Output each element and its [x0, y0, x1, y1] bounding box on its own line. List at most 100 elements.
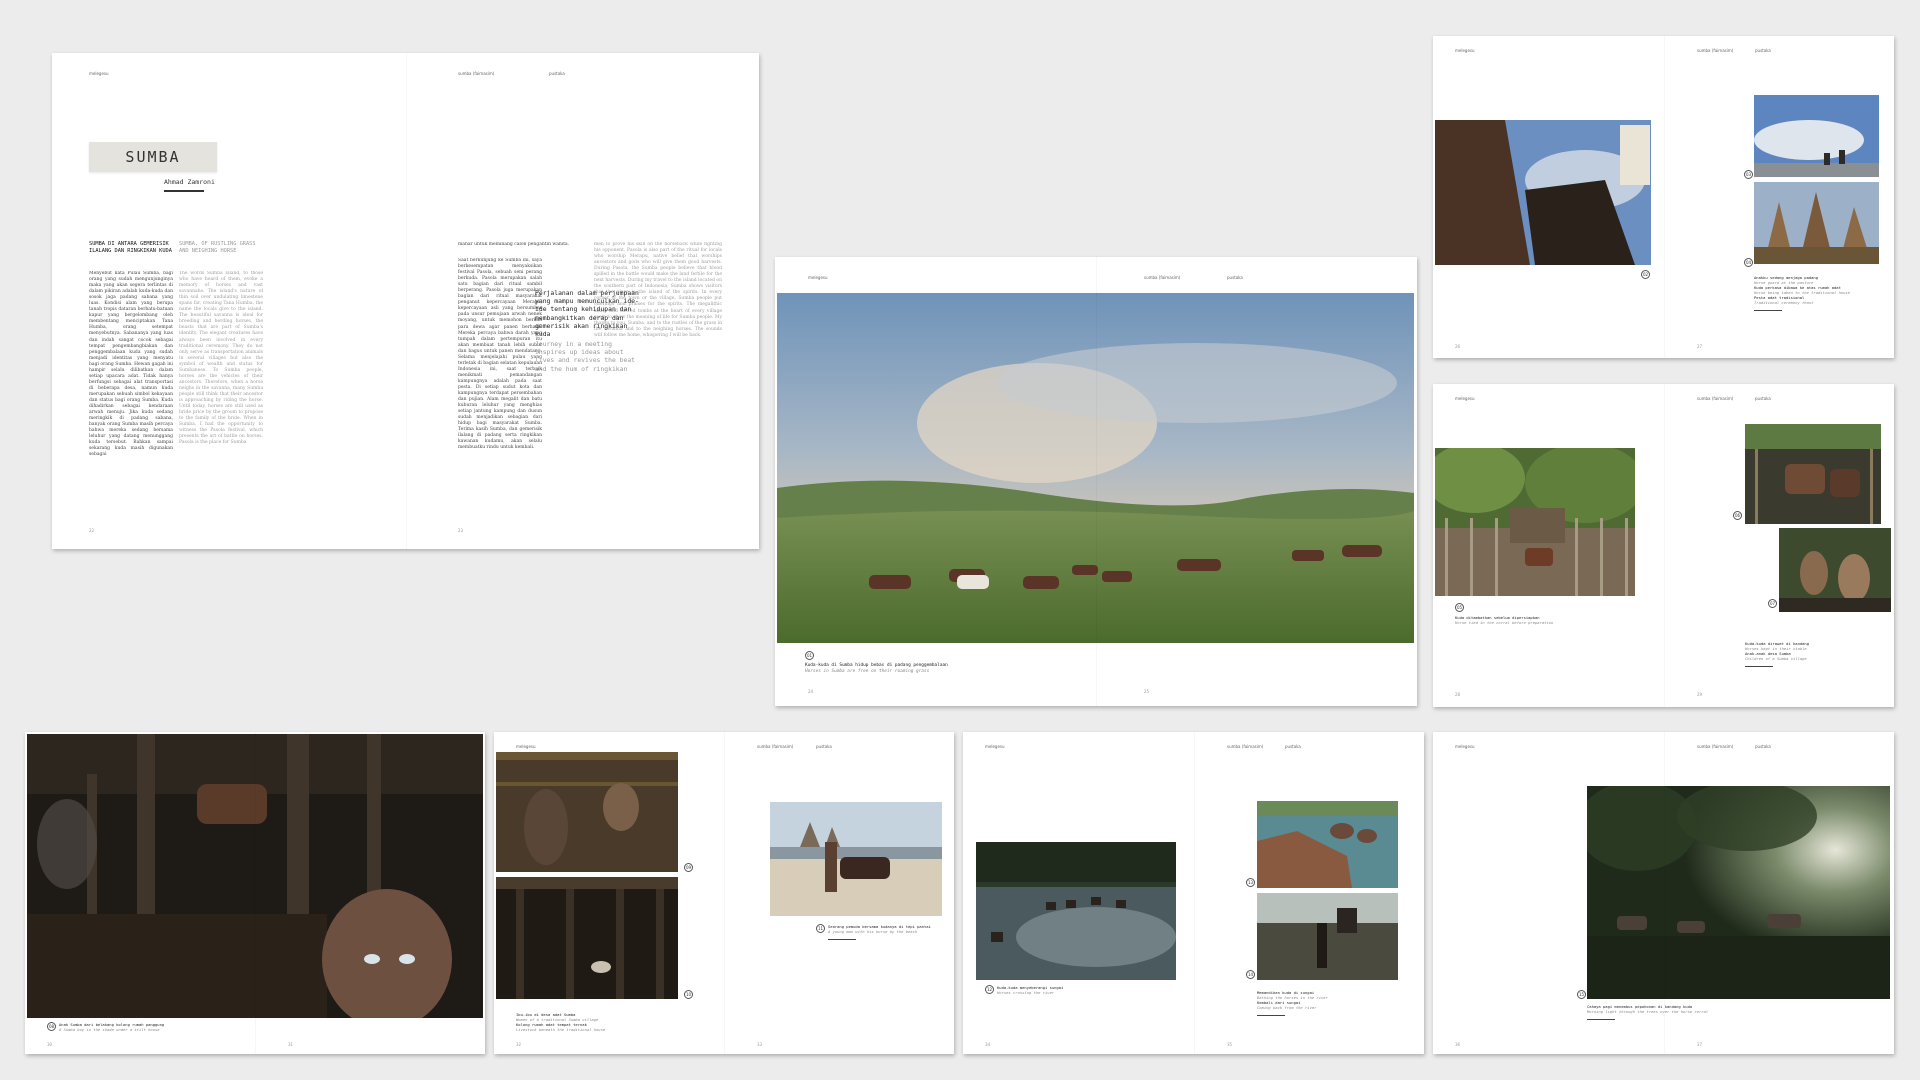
caption-corral-left: Kuda ditambatkan sebelum dipersiapkan Ho… [1455, 615, 1585, 625]
caption-stable: Anak Sumba dari belakang kolong rumah pa… [59, 1022, 259, 1032]
running-header-mid: sumba (faimasim) [1697, 48, 1734, 53]
running-header-mid: sumba (faimasim) [757, 744, 794, 749]
caption-river-left: Kuda-kuda menyeberangi sungai Horses cro… [997, 985, 1147, 995]
caption-1-en: Horses crossing the river [997, 990, 1055, 995]
spread-riders[interactable]: melegesu sumba (faimasim) pustaka 02 03 … [1433, 36, 1894, 358]
spread-villagers[interactable]: melegesu sumba (faimasim) pustaka 09 10 … [494, 732, 954, 1054]
running-header-left: melegesu [985, 744, 1005, 749]
photo-number-b: 10 [684, 990, 693, 999]
photo-number-a: 12 [985, 985, 994, 994]
page-number-right: 27 [1697, 344, 1703, 349]
page-number-right: 37 [1697, 1042, 1703, 1047]
caption-english: Horses in Sumba are free on their roamin… [805, 669, 930, 674]
page-number-left: 24 [808, 689, 814, 694]
running-header-left: melegesu [89, 71, 109, 76]
photo-number-c: 04 [1744, 258, 1753, 267]
heading-indonesian: SUMBA DI ANTARA GEMERISIK ILALANG DAN RI… [89, 241, 172, 254]
running-header-mid: sumba (faimasim) [1227, 744, 1264, 749]
page-number-left: 22 [89, 528, 95, 533]
caption-forest: Cahaya pagi menembus pepohonan di kandan… [1587, 1004, 1727, 1020]
photo-number: 08 [47, 1022, 56, 1031]
photo-village-women[interactable] [496, 752, 678, 872]
photo-house-underside[interactable] [496, 877, 678, 999]
running-header-mid: sumba (faimasim) [1697, 396, 1734, 401]
photo-wooden-corral[interactable] [1435, 448, 1635, 596]
caption-3-en: Coming back from the river [1257, 1005, 1317, 1010]
page-number-right: 35 [1227, 1042, 1233, 1047]
photo-riders-sky[interactable] [1754, 95, 1879, 177]
page-number-right: 29 [1697, 692, 1703, 697]
photo-number-b: 06 [1733, 511, 1742, 520]
title-label: SUMBA [89, 142, 217, 172]
spread-cover[interactable]: melegesu sumba (faimasim) pustaka SUMBA … [52, 53, 759, 549]
body-column-2: The words Sumba Island, to those who hav… [179, 271, 263, 446]
body-column-3: Saat berkunjung ke Sumba ini, saya berke… [458, 258, 542, 451]
author-name: Ahmad Zamroni [164, 178, 215, 186]
spread-landscape[interactable]: melegesu sumba (faimasim) pustaka 01 Kud… [775, 257, 1417, 706]
running-header-left: melegesu [1455, 396, 1475, 401]
photo-man-with-horse[interactable] [770, 802, 942, 916]
page-number-right: 31 [288, 1042, 294, 1047]
running-header-left: melegesu [516, 744, 536, 749]
running-header-left: melegesu [1455, 744, 1475, 749]
photo-river-crossing[interactable] [976, 842, 1176, 980]
page-number-left: 30 [47, 1042, 53, 1047]
caption-villagers-left: Ibu-ibu di desa adat Sumba Women of a tr… [516, 1012, 676, 1032]
caption-2-en: Livestock beneath the traditional house [516, 1027, 606, 1032]
page-number-left: 26 [1455, 344, 1461, 349]
running-header-right: pustaka [1755, 396, 1771, 401]
running-header-right: pustaka [1755, 744, 1771, 749]
caption-rule [828, 939, 856, 940]
photo-horse-stalls[interactable] [1745, 424, 1881, 524]
page-number-left: 28 [1455, 692, 1461, 697]
caption-3-en: Traditional ceremony feast [1754, 300, 1814, 305]
running-header-right: pustaka [549, 71, 565, 76]
photo-number-c: 14 [1246, 970, 1255, 979]
photo-horses-savanna[interactable] [777, 293, 1414, 643]
photo-village-children[interactable] [1779, 528, 1891, 612]
page-number-right: 33 [757, 1042, 763, 1047]
pull-quote-indonesian: Perjalanan dalam perjumpaan yang mampu m… [535, 289, 639, 339]
photo-stable-boy[interactable] [27, 734, 483, 1018]
photo-number-a: 09 [684, 863, 693, 872]
running-header-mid: sumba (faimasim) [458, 71, 495, 76]
running-header-mid: sumba (faimasim) [1697, 744, 1734, 749]
running-header-right: pustaka [816, 744, 832, 749]
running-header-mid: sumba (faimasim) [1144, 275, 1181, 280]
photo-bathing-horses[interactable] [1257, 801, 1398, 888]
spread-forest[interactable]: melegesu sumba (faimasim) pustaka 15 Cah… [1433, 732, 1894, 1054]
caption-villagers-right: Seorang pemuda bersama kudanya di tepi p… [828, 924, 938, 940]
running-header-right: pustaka [1755, 48, 1771, 53]
photo-horse-riders[interactable] [1435, 120, 1651, 265]
running-header-right: pustaka [1285, 744, 1301, 749]
caption-corral-right: Kuda-kuda dirawat di kandang Horses kept… [1745, 641, 1885, 667]
caption-rule [1745, 666, 1773, 667]
page-number-left: 36 [1455, 1042, 1461, 1047]
photo-forest-light[interactable] [1587, 786, 1890, 999]
caption-english: A Sumba boy in the shade under a stilt h… [59, 1027, 160, 1032]
photo-number-b: 13 [1246, 878, 1255, 887]
photo-traditional-houses[interactable] [1754, 182, 1879, 264]
photo-number-c: 07 [1768, 599, 1777, 608]
caption-riders: Anakku sedang menjaga padang Horse guard… [1754, 275, 1884, 311]
page-number-right: 23 [458, 528, 464, 533]
photo-number-a: 02 [1641, 270, 1650, 279]
photo-number-c: 11 [816, 924, 825, 933]
caption-rule [1587, 1019, 1615, 1020]
caption-3-en: A young man with his horse by the beach [828, 929, 918, 934]
page-title: SUMBA [125, 148, 181, 166]
photo-number: 15 [1577, 990, 1586, 999]
photo-river-return[interactable] [1257, 893, 1398, 980]
photo-number-a: 05 [1455, 603, 1464, 612]
caption-landscape: Kuda-kuda di Sumba hidup bebas di padang… [805, 663, 1005, 675]
running-header-left: melegesu [808, 275, 828, 280]
caption-rule [1754, 310, 1782, 311]
spread-stable[interactable]: 08 Anak Sumba dari belakang kolong rumah… [25, 732, 485, 1054]
caption-english: Morning light through the trees over the… [1587, 1009, 1709, 1014]
page-number-left: 34 [985, 1042, 991, 1047]
caption-rule [1257, 1015, 1285, 1016]
spread-corral[interactable]: melegesu sumba (faimasim) pustaka 05 06 [1433, 384, 1894, 707]
page-number-right: 25 [1144, 689, 1150, 694]
spread-river[interactable]: melegesu sumba (faimasim) pustaka 12 13 … [963, 732, 1424, 1054]
running-header-left: melegesu [1455, 48, 1475, 53]
